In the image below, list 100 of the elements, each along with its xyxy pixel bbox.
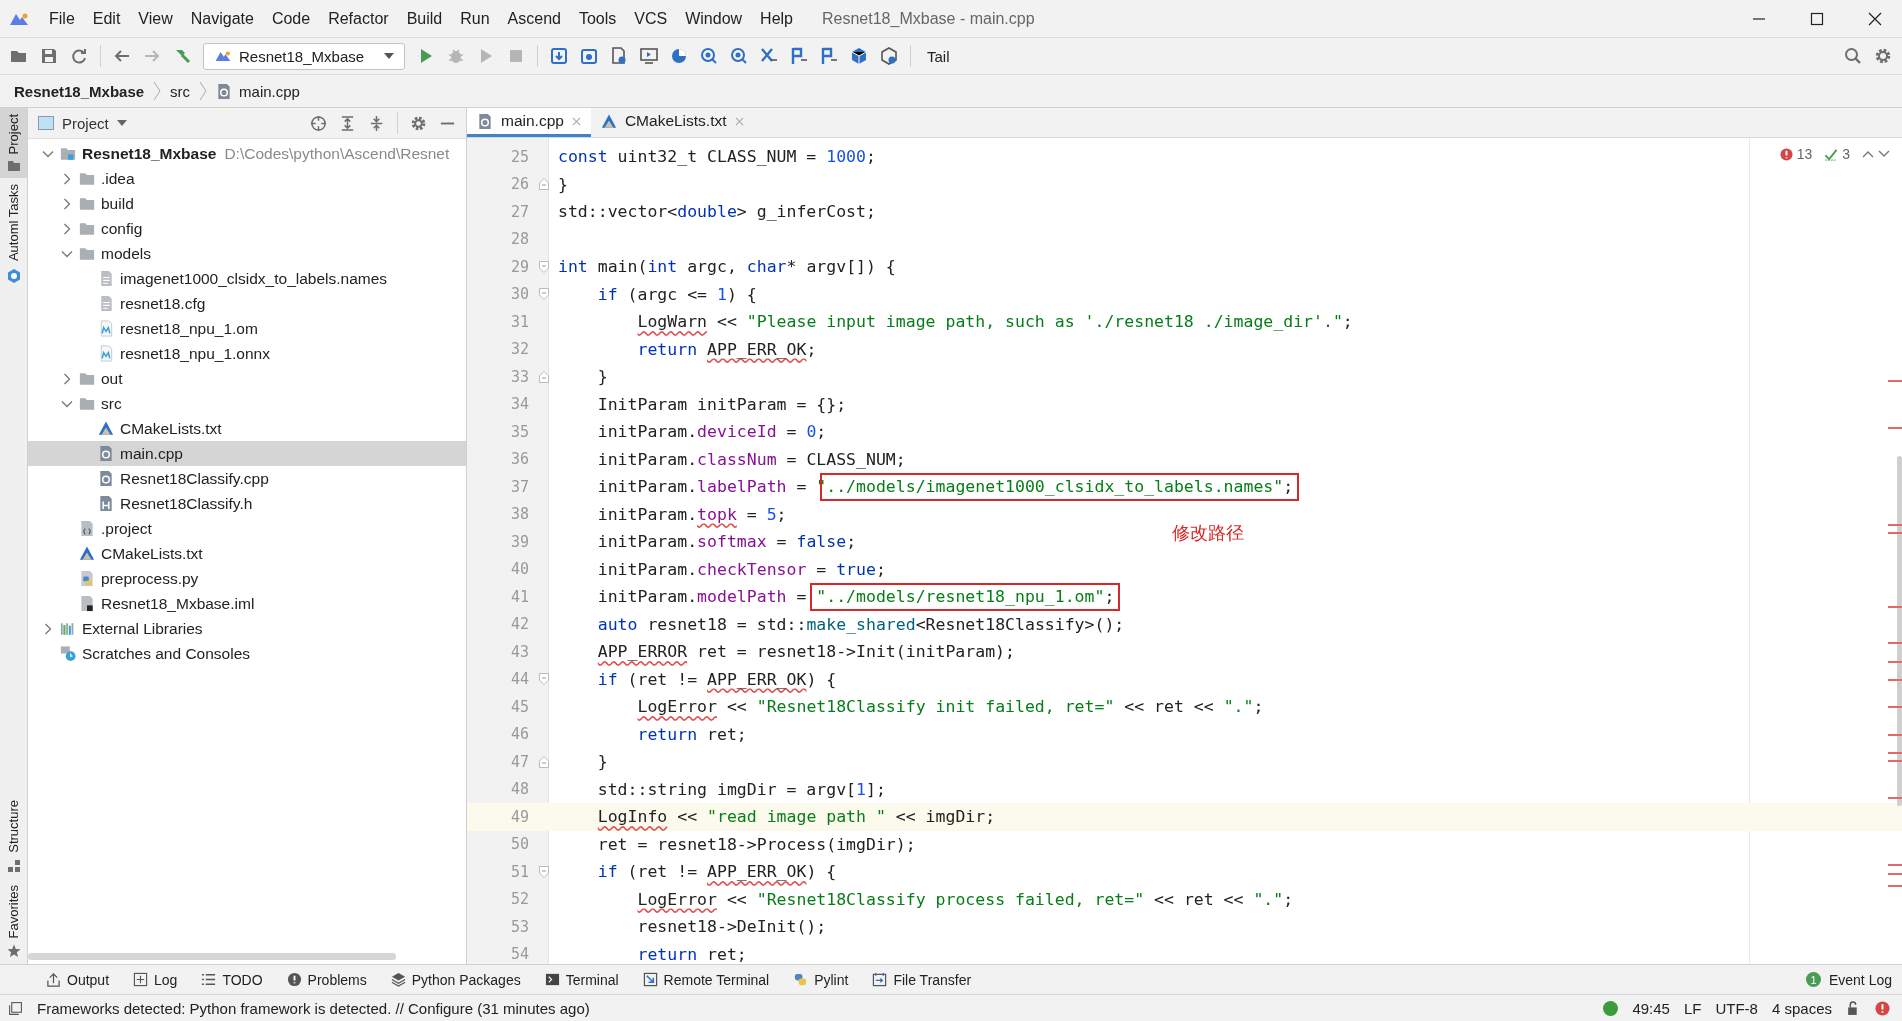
menu-item[interactable]: Navigate [181, 9, 263, 28]
tree-item[interactable]: main.cpp [28, 441, 466, 466]
error-stripe-marker[interactable] [1888, 885, 1902, 887]
expand-all-icon[interactable] [339, 114, 356, 132]
tool-window-button[interactable]: Log [123, 971, 188, 988]
gear-box-icon[interactable] [580, 47, 598, 65]
breadcrumb-item[interactable]: Resnet18_Mxbase [14, 82, 145, 100]
cube-icon[interactable] [850, 47, 868, 65]
menu-item[interactable]: Build [397, 9, 452, 28]
error-stripe-marker[interactable] [1888, 734, 1902, 736]
error-stripe-marker[interactable] [1888, 532, 1902, 534]
previous-icon[interactable] [1862, 150, 1874, 158]
tool-window-button[interactable]: Terminal [534, 971, 629, 988]
chevron-icon[interactable] [61, 222, 73, 235]
tree-item[interactable]: CMakeLists.txt [28, 541, 466, 566]
editor-tab[interactable]: CMakeLists.txt [590, 108, 754, 137]
chevron-icon[interactable] [61, 372, 73, 385]
fold-marker-icon[interactable] [539, 288, 549, 301]
file-encoding[interactable]: UTF-8 [1715, 999, 1758, 1017]
tool-window-button[interactable]: Pylint [783, 971, 859, 988]
scrollbar[interactable] [28, 953, 396, 960]
hexagon-icon[interactable] [880, 47, 898, 65]
error-stripe-marker[interactable] [1888, 642, 1902, 644]
status-message[interactable]: Frameworks detected: Python framework is detected. // Configure (31 minutes ago) [37, 999, 590, 1017]
menu-item[interactable]: Help [751, 9, 802, 28]
tree-item[interactable]: preprocess.py [28, 566, 466, 591]
tool-window-button[interactable]: Problems [276, 971, 377, 988]
flag-icon[interactable] [820, 47, 838, 65]
line-separator[interactable]: LF [1683, 999, 1702, 1017]
collapse-all-icon[interactable] [368, 114, 385, 132]
project-view-dropdown[interactable]: Project [38, 114, 127, 132]
error-stripe-marker[interactable] [1888, 427, 1902, 429]
tree-item[interactable]: Resnet18Classify.cpp [28, 466, 466, 491]
fold-marker-icon[interactable] [539, 865, 549, 878]
fold-marker-icon[interactable] [539, 260, 549, 273]
tool-window-tab[interactable]: Favorites [0, 878, 27, 964]
tree-item[interactable]: imagenet1000_clsidx_to_labels.names [28, 266, 466, 291]
tree-item[interactable]: External Libraries [28, 616, 466, 641]
chevron-icon[interactable] [61, 172, 73, 185]
status-indicator-icon[interactable] [1603, 1000, 1619, 1016]
menu-item[interactable]: Edit [83, 9, 130, 28]
tool-window-tab[interactable]: Project [0, 108, 27, 179]
tree-item[interactable]: CMakeLists.txt [28, 416, 466, 441]
tree-item[interactable]: src [28, 391, 466, 416]
tree-item[interactable]: build [28, 191, 466, 216]
chevron-icon[interactable] [61, 197, 73, 210]
fold-marker-icon[interactable] [539, 178, 549, 191]
download-box-icon[interactable] [550, 47, 568, 65]
close-icon[interactable] [1868, 11, 1882, 26]
sync-icon[interactable] [70, 47, 88, 65]
tool-window-button[interactable]: TODO [191, 971, 273, 988]
menu-item[interactable]: File [40, 9, 84, 28]
tool-window-button[interactable]: Python Packages [380, 971, 531, 988]
tree-item[interactable]: out [28, 366, 466, 391]
run-config-dropdown[interactable]: Resnet18_Mxbase [203, 42, 405, 70]
menu-item[interactable]: Ascend [498, 9, 570, 28]
tree-item[interactable]: models [28, 241, 466, 266]
tree-item[interactable]: .idea [28, 166, 466, 191]
tree-item[interactable]: .project [28, 516, 466, 541]
tail-button[interactable]: Tail [923, 47, 954, 65]
menu-item[interactable]: Window [676, 9, 752, 28]
tree-item[interactable]: resnet18_npu_1.onnx [28, 341, 466, 366]
maximize-icon[interactable] [1810, 11, 1824, 26]
error-icon[interactable] [1779, 147, 1793, 161]
frame-toggle-icon[interactable] [8, 1000, 23, 1016]
error-stripe-marker[interactable] [1888, 679, 1902, 681]
event-log-button[interactable]: Event Log [1824, 971, 1902, 988]
document-gear-icon[interactable] [610, 47, 628, 65]
tool-window-button[interactable]: File Transfer [862, 971, 982, 988]
menu-item[interactable]: Code [262, 9, 320, 28]
tree-item[interactable]: Resnet18_Mxbase D:\Codes\python\Ascend\Resnet [28, 141, 466, 166]
pie-icon[interactable] [670, 47, 688, 65]
error-stripe-marker[interactable] [1888, 524, 1902, 526]
error-stripe-marker[interactable] [1888, 760, 1902, 762]
monitor-icon[interactable] [640, 47, 658, 65]
crosshair-icon[interactable] [310, 114, 327, 132]
settings-icon[interactable] [1874, 47, 1892, 65]
fold-marker-icon[interactable] [539, 755, 549, 768]
save-icon[interactable] [40, 47, 58, 65]
error-stripe-marker[interactable] [1888, 706, 1902, 708]
error-stripe-marker[interactable] [1888, 606, 1902, 608]
menu-item[interactable]: Run [451, 9, 499, 28]
next-icon[interactable] [1878, 150, 1890, 158]
error-stripe-marker[interactable] [1888, 661, 1902, 663]
scrollbar[interactable] [1897, 456, 1902, 806]
tree-item[interactable]: resnet18_npu_1.om [28, 316, 466, 341]
breadcrumb-item[interactable]: src [170, 82, 191, 100]
fold-marker-icon[interactable] [539, 673, 549, 686]
stop-icon[interactable] [507, 47, 525, 65]
menu-item[interactable]: View [129, 9, 182, 28]
tool-window-tab[interactable]: Structure [0, 793, 27, 879]
settings-icon[interactable] [410, 114, 427, 132]
menu-item[interactable]: VCS [625, 9, 677, 28]
error-icon[interactable] [1875, 1000, 1890, 1016]
flag-icon[interactable] [790, 47, 808, 65]
tree-item[interactable]: Scratches and Consoles [28, 641, 466, 666]
magnifier-icon[interactable] [700, 47, 718, 65]
search-icon[interactable] [1844, 47, 1862, 65]
caret-position[interactable]: 49:45 [1632, 999, 1670, 1017]
editor-tab[interactable]: main.cpp [467, 108, 591, 137]
